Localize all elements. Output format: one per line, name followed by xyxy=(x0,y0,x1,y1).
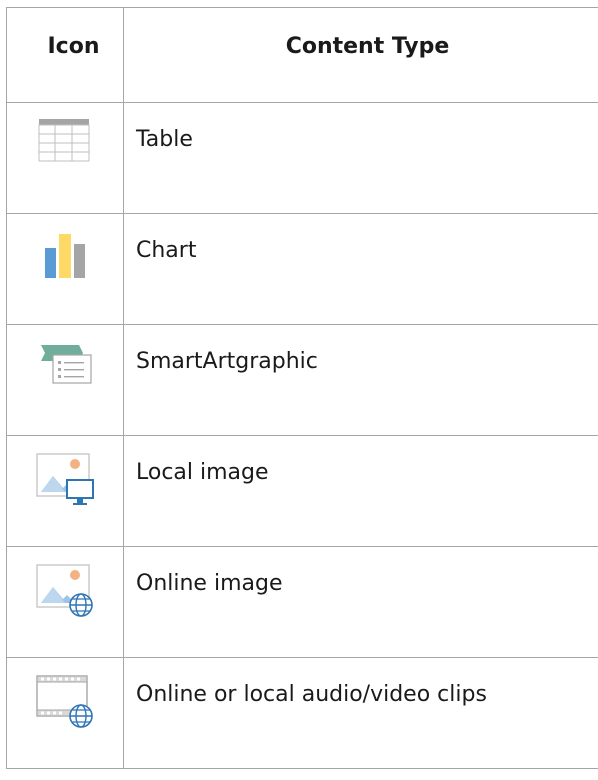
content-type-label: SmartArtgraphic xyxy=(136,349,318,374)
content-type-label: Local image xyxy=(136,460,269,485)
content-type-label: Online or local audio/video clips xyxy=(136,682,487,707)
table-row: Online image xyxy=(6,546,598,658)
table-row: Local image xyxy=(6,435,598,547)
icon-cell xyxy=(6,657,124,769)
content-type-cell: Online image xyxy=(123,546,598,658)
header-cell-content-type: Content Type xyxy=(123,7,598,103)
content-type-cell: Table xyxy=(123,102,598,214)
header-icon-label: Icon xyxy=(47,34,100,59)
content-type-cell: Chart xyxy=(123,213,598,325)
table-icon xyxy=(38,119,90,162)
content-type-label: Online image xyxy=(136,571,283,596)
content-type-cell: Local image xyxy=(123,435,598,547)
icon-cell xyxy=(6,435,124,547)
content-type-label: Table xyxy=(136,127,193,152)
icon-cell xyxy=(6,213,124,325)
table-row: Chart xyxy=(6,213,598,325)
header-cell-icon: Icon xyxy=(6,7,124,103)
table-row: SmartArtgraphic xyxy=(6,324,598,436)
table-row: Online or local audio/video clips xyxy=(6,657,598,769)
table-row: Table xyxy=(6,102,598,214)
content-type-cell: SmartArtgraphic xyxy=(123,324,598,436)
content-type-table: Icon Content Type Table Chart SmartArtgr… xyxy=(6,7,598,769)
local-image-icon xyxy=(36,453,94,505)
online-image-icon xyxy=(36,564,93,617)
header-content-type-label: Content Type xyxy=(285,34,450,59)
audio-video-clip-icon xyxy=(36,675,93,728)
table-header-row: Icon Content Type xyxy=(6,7,598,103)
icon-cell xyxy=(6,102,124,214)
smartart-icon xyxy=(41,345,92,384)
chart-icon xyxy=(45,234,85,278)
icon-cell xyxy=(6,324,124,436)
content-type-label: Chart xyxy=(136,238,197,263)
icon-cell xyxy=(6,546,124,658)
content-type-cell: Online or local audio/video clips xyxy=(123,657,598,769)
